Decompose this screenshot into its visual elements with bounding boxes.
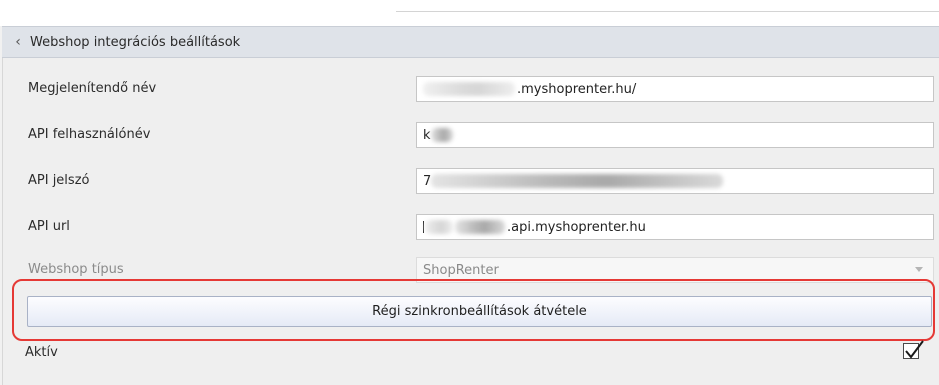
display-name-label: Megjelenítendő név bbox=[28, 81, 157, 96]
redacted-text bbox=[425, 220, 453, 234]
api-password-value: 7 bbox=[423, 173, 432, 189]
active-label: Aktív bbox=[25, 345, 58, 360]
text-cursor bbox=[423, 221, 424, 233]
group-header[interactable]: ‹ Webshop integrációs beállítások bbox=[2, 26, 939, 58]
api-username-value: k bbox=[423, 127, 431, 143]
row-api-password: API jelszó 7 bbox=[3, 158, 939, 204]
top-strip bbox=[0, 0, 939, 26]
row-api-url: API url .api.myshoprenter.hu bbox=[3, 204, 939, 250]
top-divider bbox=[396, 11, 939, 12]
redacted-text bbox=[455, 220, 505, 234]
api-url-label: API url bbox=[28, 219, 70, 234]
group-title: Webshop integrációs beállítások bbox=[30, 34, 241, 50]
api-password-label: API jelszó bbox=[28, 173, 90, 188]
api-url-field[interactable]: .api.myshoprenter.hu bbox=[416, 214, 934, 240]
api-url-value: .api.myshoprenter.hu bbox=[507, 219, 646, 235]
chevron-left-icon[interactable]: ‹ bbox=[2, 34, 30, 50]
redacted-text bbox=[423, 82, 515, 96]
api-password-field[interactable]: 7 bbox=[416, 168, 934, 194]
redacted-text bbox=[431, 174, 724, 188]
checkmark-icon bbox=[905, 340, 924, 359]
row-api-username: API felhasználónév k bbox=[3, 112, 939, 158]
display-name-value: .myshoprenter.hu/ bbox=[517, 81, 637, 97]
display-name-field[interactable]: .myshoprenter.hu/ bbox=[416, 76, 934, 102]
active-checkbox[interactable] bbox=[903, 340, 924, 359]
import-old-sync-settings-button[interactable]: Régi szinkronbeállítások átvétele bbox=[27, 296, 932, 327]
row-display-name: Megjelenítendő név .myshoprenter.hu/ bbox=[3, 66, 939, 112]
chevron-down-icon[interactable] bbox=[915, 267, 923, 272]
webshop-settings-panel: ‹ Webshop integrációs beállítások Megjel… bbox=[0, 0, 939, 385]
api-username-label: API felhasználónév bbox=[28, 127, 151, 142]
redacted-text bbox=[430, 128, 453, 142]
api-username-field[interactable]: k bbox=[416, 122, 934, 148]
webshop-type-value: ShopRenter bbox=[423, 262, 499, 278]
